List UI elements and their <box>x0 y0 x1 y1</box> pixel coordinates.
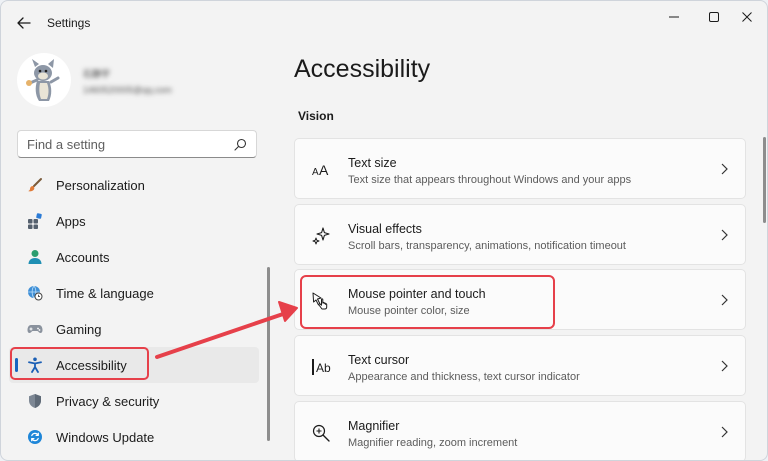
page-title: Accessibility <box>294 55 431 83</box>
sidebar-item-label: Apps <box>56 213 86 229</box>
chevron-right-icon <box>721 294 728 306</box>
search-box[interactable] <box>17 130 257 158</box>
user-name: 石静宇 <box>83 69 111 79</box>
maximize-button[interactable] <box>699 6 729 28</box>
sidebar-item-windows-update[interactable]: Windows Update <box>9 419 259 455</box>
user-email: 1460520005@qq.com <box>83 85 172 95</box>
sidebar-item-personalization[interactable]: Personalization <box>9 167 259 203</box>
title-bar: Settings <box>1 1 767 45</box>
minimize-icon <box>669 16 679 18</box>
sidebar-item-label: Accounts <box>56 249 110 265</box>
globe-clock-icon <box>27 285 43 301</box>
sidebar-item-label: Time & language <box>56 285 154 301</box>
sidebar-item-accounts[interactable]: Accounts <box>9 239 259 275</box>
search-input[interactable] <box>27 137 227 152</box>
sync-icon <box>27 429 43 445</box>
content-scrollbar[interactable] <box>763 137 766 223</box>
sparkle-icon <box>311 226 331 246</box>
chevron-right-icon <box>721 426 728 438</box>
text-cursor-icon: Ab <box>311 357 331 377</box>
sidebar-item-time-language[interactable]: Time & language <box>9 275 259 311</box>
sidebar-item-gaming[interactable]: Gaming <box>9 311 259 347</box>
card-description: Scroll bars, transparency, animations, n… <box>348 240 626 252</box>
card-description: Magnifier reading, zoom increment <box>348 437 518 449</box>
paintbrush-icon <box>27 177 43 193</box>
search-icon[interactable] <box>234 138 247 151</box>
maximize-icon <box>709 12 719 22</box>
sidebar-scrollbar[interactable] <box>267 267 270 441</box>
cartoon-cat-avatar-icon <box>26 59 60 101</box>
card-description: Text size that appears throughout Window… <box>348 174 632 186</box>
sidebar-item-privacy-security[interactable]: Privacy & security <box>9 383 259 419</box>
accessibility-highlight-box <box>10 347 149 380</box>
card-text-size[interactable]: AA Text size Text size that appears thro… <box>294 138 746 199</box>
sidebar-item-label: Privacy & security <box>56 393 160 409</box>
mouse-pointer-highlight-box <box>300 275 555 329</box>
card-magnifier[interactable]: Magnifier Magnifier reading, zoom increm… <box>294 401 746 460</box>
settings-window: Settings 石静宇 1460520005@qq.com Find a se… <box>0 0 768 461</box>
sidebar-item-apps[interactable]: Apps <box>9 203 259 239</box>
card-description: Appearance and thickness, text cursor in… <box>348 371 580 383</box>
sidebar-item-label: Gaming <box>56 321 102 337</box>
card-text-cursor[interactable]: Ab Text cursor Appearance and thickness,… <box>294 335 746 396</box>
svg-text:Ab: Ab <box>316 361 331 375</box>
chevron-right-icon <box>721 360 728 372</box>
card-title: Text cursor <box>348 353 410 367</box>
text-size-icon: AA <box>311 160 331 180</box>
section-title: Vision <box>298 109 334 123</box>
chevron-right-icon <box>721 163 728 175</box>
svg-text:A: A <box>312 167 319 178</box>
card-title: Text size <box>348 156 397 170</box>
person-icon <box>27 249 43 265</box>
minimize-button[interactable] <box>659 6 689 28</box>
card-title: Visual effects <box>348 222 422 236</box>
close-icon <box>742 12 752 22</box>
avatar[interactable] <box>17 53 71 107</box>
card-visual-effects[interactable]: Visual effects Scroll bars, transparency… <box>294 204 746 265</box>
apps-icon <box>27 213 43 229</box>
shield-icon <box>27 393 43 409</box>
card-title: Magnifier <box>348 419 400 433</box>
sidebar-item-label: Windows Update <box>56 429 155 445</box>
magnifier-icon <box>311 423 331 443</box>
gamepad-icon <box>27 321 43 337</box>
svg-text:A: A <box>319 162 329 178</box>
window-title: Settings <box>47 16 91 30</box>
sidebar-nav: Personalization Apps Accounts Time & lan… <box>9 167 259 455</box>
sidebar-item-label: Personalization <box>56 177 145 193</box>
chevron-right-icon <box>721 229 728 241</box>
close-button[interactable] <box>732 6 762 28</box>
back-arrow-icon[interactable] <box>15 14 33 32</box>
